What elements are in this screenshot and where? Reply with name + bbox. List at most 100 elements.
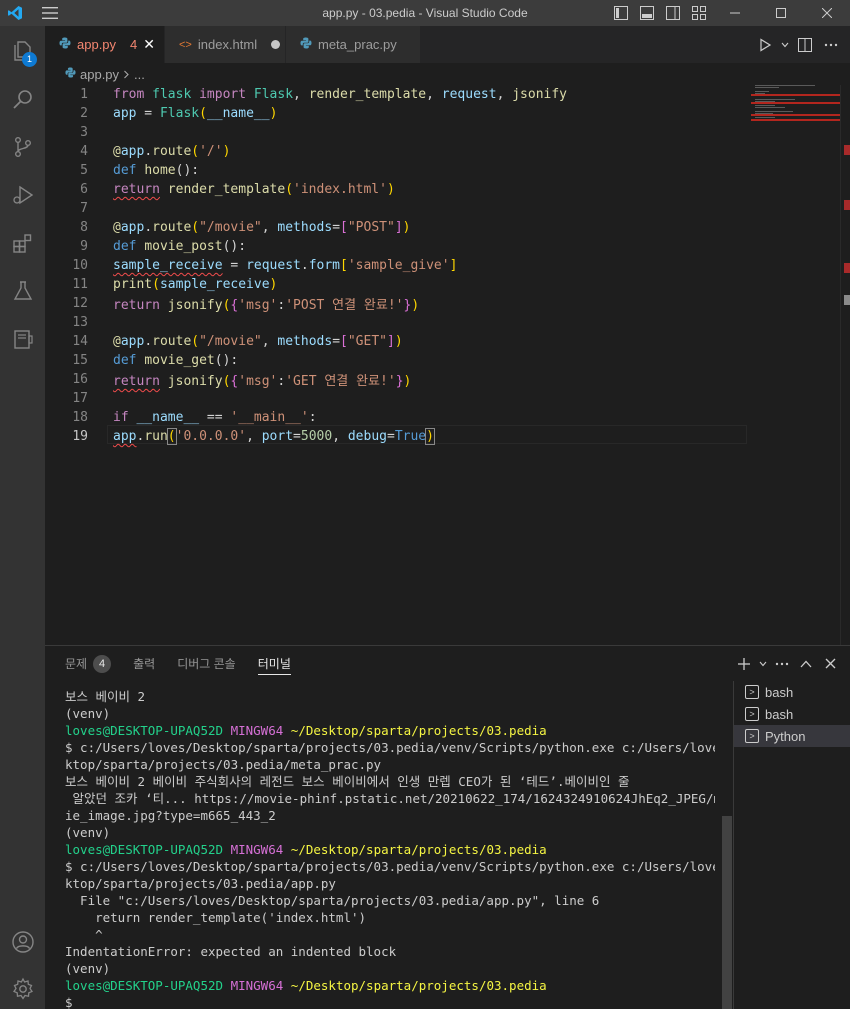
code-text: def home():: [113, 163, 200, 178]
tab-problems[interactable]: 문제 4: [65, 646, 112, 681]
settings-gear-icon[interactable]: [0, 966, 45, 1009]
code-line[interactable]: 17: [45, 389, 765, 408]
problems-badge: 4: [93, 654, 112, 673]
tab-label: index.html: [197, 37, 258, 52]
breadcrumb-file[interactable]: app.py: [80, 67, 119, 82]
code-text: from flask import Flask, render_template…: [113, 87, 568, 102]
run-python-file-icon[interactable]: [752, 32, 778, 58]
breadcrumb-more[interactable]: ...: [134, 67, 145, 82]
split-editor-icon[interactable]: [792, 32, 818, 58]
editor-actions: [752, 26, 850, 63]
account-icon[interactable]: [0, 919, 45, 965]
terminal-line: loves@DESKTOP-UPAQ52D MINGW64 ~/Desktop/…: [65, 841, 715, 858]
new-terminal-plus-icon[interactable]: [732, 652, 756, 676]
testing-flask-icon[interactable]: [0, 268, 45, 314]
minimize-icon[interactable]: [712, 0, 758, 26]
line-number: 18: [72, 410, 88, 425]
code-line[interactable]: 1 from flask import Flask, render_templa…: [45, 85, 765, 104]
code-text: if __name__ == '__main__':: [113, 410, 317, 425]
prompt-user: loves@DESKTOP-UPAQ52D: [65, 723, 224, 738]
terminal-list: > bash > bash > Python: [733, 681, 850, 1009]
editor-scrollbar[interactable]: [840, 85, 850, 645]
terminal-label: Python: [765, 728, 806, 744]
code-line[interactable]: 3: [45, 123, 765, 142]
unsaved-dot-icon[interactable]: [271, 40, 281, 49]
terminal-item-bash[interactable]: > bash: [734, 703, 850, 725]
run-debug-icon[interactable]: [0, 172, 45, 218]
code-line-current[interactable]: 19 app.run('0.0.0.0', port=5000, debug=T…: [45, 427, 765, 446]
code-line[interactable]: 15 def movie_get():: [45, 351, 765, 370]
code-line[interactable]: 2 app = Flask(__name__): [45, 104, 765, 123]
terminal-line: ^: [65, 927, 103, 942]
terminal-item-bash[interactable]: > bash: [734, 681, 850, 703]
error-marker: [844, 263, 850, 273]
close-window-icon[interactable]: [804, 0, 850, 26]
terminal-dropdown-chevron-icon[interactable]: [756, 652, 770, 676]
more-actions-icon[interactable]: [818, 32, 844, 58]
code-line[interactable]: 14 @app.route("/movie", methods=["GET"]): [45, 332, 765, 351]
terminal-item-python[interactable]: > Python: [734, 725, 850, 747]
maximize-icon[interactable]: [758, 0, 804, 26]
python-file-icon: [59, 37, 71, 52]
tab-app-py[interactable]: app.py 4 ✕: [45, 26, 165, 63]
code-line[interactable]: 11 print(sample_receive): [45, 275, 765, 294]
breadcrumb: app.py ...: [45, 63, 850, 85]
panel-more-icon[interactable]: [770, 652, 794, 676]
tab-meta-prac-py[interactable]: meta_prac.py: [286, 26, 421, 63]
terminal-scrollbar[interactable]: [722, 816, 732, 1009]
terminal-line: ktop/sparta/projects/03.pedia/app.py: [65, 876, 336, 891]
toggle-panel-icon[interactable]: [634, 0, 660, 26]
line-number: 17: [72, 391, 88, 406]
code-line[interactable]: 6 return render_template('index.html'): [45, 180, 765, 199]
tab-label: 터미널: [257, 657, 291, 671]
explorer-badge: 1: [22, 52, 37, 67]
remote-explorer-icon[interactable]: [0, 316, 45, 362]
tab-debug-console[interactable]: 디버그 콘솔: [177, 646, 236, 681]
toggle-secondary-sidebar-icon[interactable]: [660, 0, 686, 26]
code-line[interactable]: 5 def home():: [45, 161, 765, 180]
code-line[interactable]: 16 return jsonify({'msg':'GET 연결 완료!'}): [45, 370, 765, 389]
minimap[interactable]: [751, 85, 841, 645]
tab-label: app.py: [77, 37, 117, 52]
editor-tab-bar: app.py 4 ✕ <> index.html meta_prac.py: [45, 26, 850, 63]
terminal-line: ie_image.jpg?type=m665_443_2: [65, 808, 276, 823]
code-line[interactable]: 4 @app.route('/'): [45, 142, 765, 161]
terminal-line: IndentationError: expected an indented b…: [65, 944, 397, 959]
tab-output[interactable]: 출력: [133, 646, 155, 681]
code-line[interactable]: 12 return jsonify({'msg':'POST 연결 완료!'}): [45, 294, 765, 313]
code-text: app.run('0.0.0.0', port=5000, debug=True…: [113, 428, 435, 445]
terminal-label: bash: [765, 684, 794, 700]
tab-terminal[interactable]: 터미널: [257, 646, 291, 681]
prompt-path: ~/Desktop/sparta/projects/03.pedia: [290, 978, 547, 993]
terminal-line: 보스 베이비 2 베이비 주식회사의 레전드 보스 베이비에서 인생 만렙 CE…: [65, 774, 630, 789]
tab-index-html[interactable]: <> index.html: [165, 26, 286, 63]
explorer-icon[interactable]: 1: [0, 28, 45, 74]
search-icon[interactable]: [0, 76, 45, 122]
menu-hamburger-icon[interactable]: [30, 0, 70, 26]
terminal-label: bash: [765, 706, 794, 722]
terminal-output[interactable]: 보스 베이비 2 (venv) loves@DESKTOP-UPAQ52D MING…: [65, 688, 715, 1009]
code-text: def movie_post():: [113, 239, 247, 254]
line-number: 5: [80, 163, 88, 178]
tab-label: 문제: [65, 657, 88, 671]
close-tab-icon[interactable]: ✕: [143, 36, 155, 53]
line-number: 4: [80, 144, 88, 159]
toggle-primary-sidebar-icon[interactable]: [608, 0, 634, 26]
code-line[interactable]: 18 if __name__ == '__main__':: [45, 408, 765, 427]
code-line[interactable]: 13: [45, 313, 765, 332]
customize-layout-icon[interactable]: [686, 0, 712, 26]
code-line[interactable]: 8 @app.route("/movie", methods=["POST"]): [45, 218, 765, 237]
extensions-icon[interactable]: [0, 220, 45, 266]
code-text: return jsonify({'msg':'GET 연결 완료!'}): [113, 374, 412, 389]
code-line[interactable]: 7: [45, 199, 765, 218]
run-dropdown-chevron-icon[interactable]: [778, 32, 792, 58]
code-line[interactable]: 9 def movie_post():: [45, 237, 765, 256]
source-control-icon[interactable]: [0, 124, 45, 170]
code-line[interactable]: 10 sample_receive = request.form['sample…: [45, 256, 765, 275]
breadcrumb-chevron-icon: [123, 67, 130, 82]
prompt-path: ~/Desktop/sparta/projects/03.pedia: [290, 842, 547, 857]
code-editor[interactable]: 1 from flask import Flask, render_templa…: [45, 85, 850, 645]
close-panel-icon[interactable]: [818, 652, 842, 676]
line-number: 10: [72, 258, 88, 273]
maximize-panel-chevron-up-icon[interactable]: [794, 652, 818, 676]
